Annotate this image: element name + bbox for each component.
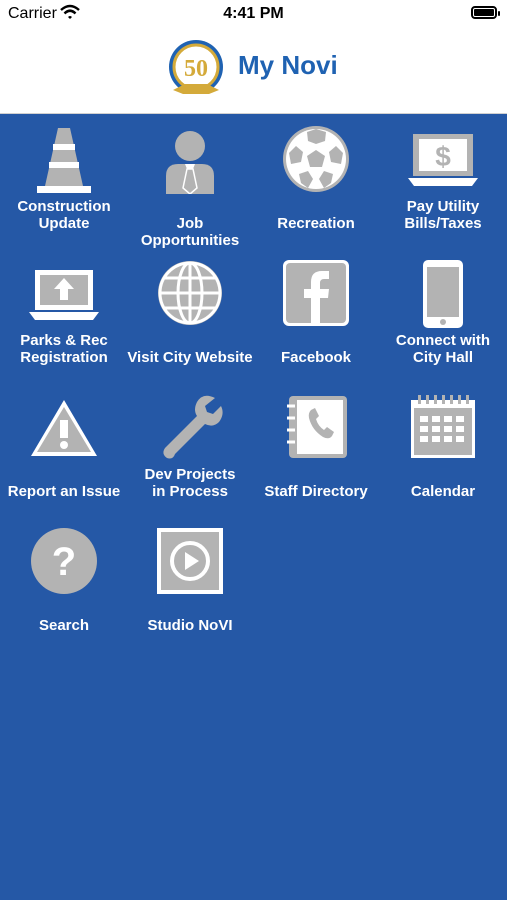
tile-label: Calendar <box>410 483 476 500</box>
battery-icon <box>471 6 500 19</box>
tile-label: Job Opportunities <box>140 215 240 249</box>
tile-label: Connect with City Hall <box>395 332 491 366</box>
tile-search[interactable]: ? Search <box>1 516 127 650</box>
smartphone-icon <box>423 260 463 328</box>
tile-label: Facebook <box>280 349 352 366</box>
tile-parks-rec-registration[interactable]: Parks & Rec Registration <box>1 248 127 382</box>
question-icon: ? <box>31 528 97 594</box>
tile-pay-utility-bills[interactable]: $ Pay Utility Bills/Taxes <box>380 114 506 248</box>
person-tie-icon <box>166 131 214 194</box>
laptop-upload-icon <box>29 270 99 320</box>
wrench-icon <box>163 395 223 459</box>
tile-label: Staff Directory <box>264 483 368 500</box>
calendar-icon <box>411 395 475 458</box>
tile-label: Dev Projects in Process <box>144 466 236 500</box>
phone-book-icon <box>287 396 347 458</box>
tile-construction-update[interactable]: Construction Update <box>1 114 127 248</box>
tile-staff-directory[interactable]: Staff Directory <box>253 382 379 516</box>
status-bar: Carrier 4:41 PM <box>0 0 507 30</box>
tile-calendar[interactable]: Calendar <box>380 382 506 516</box>
tile-studio-novi[interactable]: Studio NoVI <box>127 516 253 650</box>
tile-report-an-issue[interactable]: Report an Issue <box>1 382 127 516</box>
warning-icon <box>31 400 97 456</box>
tile-connect-city-hall[interactable]: Connect with City Hall <box>380 248 506 382</box>
dollar-monitor-icon: $ <box>408 134 478 186</box>
soccer-ball-icon <box>283 126 349 192</box>
tile-visit-city-website[interactable]: Visit City Website <box>127 248 253 382</box>
tile-label: Pay Utility Bills/Taxes <box>404 198 482 232</box>
tile-recreation[interactable]: Recreation <box>253 114 379 248</box>
tile-label: Visit City Website <box>127 349 253 366</box>
tile-label: Report an Issue <box>7 483 121 500</box>
tile-facebook[interactable]: Facebook <box>253 248 379 382</box>
traffic-cone-icon <box>37 128 91 193</box>
app-title: My Novi <box>238 50 338 80</box>
svg-text:?: ? <box>52 540 76 584</box>
city-of-novi-50-logo-icon: 50 <box>169 40 223 94</box>
tile-dev-projects[interactable]: Dev Projects in Process <box>127 382 253 516</box>
app-header: 50 My Novi <box>0 30 507 114</box>
tile-label: Recreation <box>277 215 355 232</box>
globe-icon <box>158 261 222 325</box>
svg-text:$: $ <box>435 141 451 172</box>
tile-label: Construction Update <box>17 198 111 232</box>
tile-label: Parks & Rec Registration <box>20 332 108 366</box>
facebook-icon <box>283 260 349 326</box>
clock: 4:41 PM <box>223 5 284 22</box>
tile-label: Search <box>38 617 90 634</box>
tile-label: Studio NoVI <box>147 617 233 634</box>
play-icon <box>157 528 223 594</box>
logo-number: 50 <box>184 56 208 82</box>
tile-job-opportunities[interactable]: Job Opportunities <box>127 114 253 249</box>
